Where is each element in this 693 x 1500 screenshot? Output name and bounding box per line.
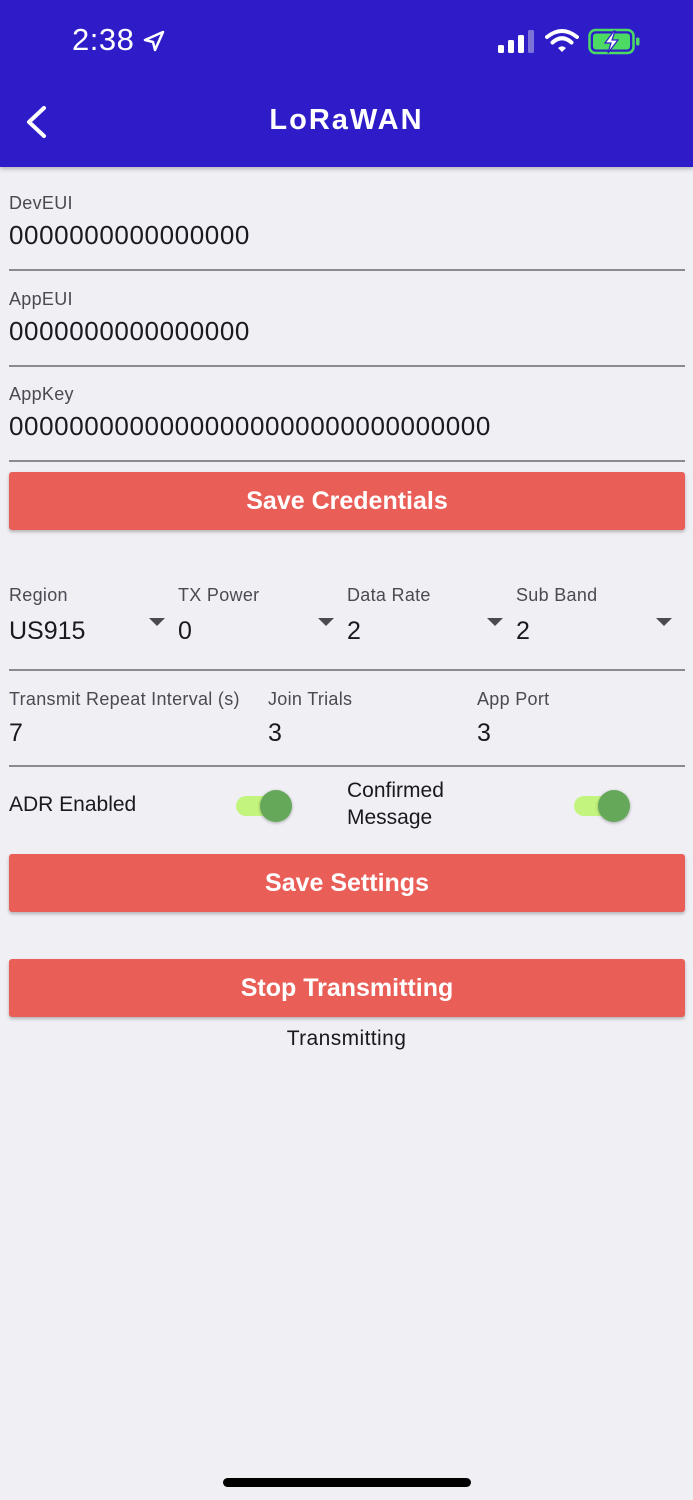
dropdown-arrow-icon bbox=[149, 618, 165, 626]
stop-transmitting-button[interactable]: Stop Transmitting bbox=[9, 959, 685, 1017]
join-trials-label: Join Trials bbox=[268, 689, 353, 709]
save-credentials-button[interactable]: Save Credentials bbox=[9, 472, 685, 530]
location-arrow-icon bbox=[143, 30, 165, 52]
home-indicator[interactable] bbox=[223, 1478, 471, 1487]
deveui-underline bbox=[9, 269, 685, 271]
app-port-field[interactable]: App Port 3 bbox=[477, 689, 549, 748]
join-trials-value[interactable]: 3 bbox=[268, 719, 352, 748]
deveui-label: DevEUI bbox=[9, 193, 73, 213]
app-header: 2:38 LoRaWAN bbox=[0, 0, 693, 167]
toggle-knob bbox=[260, 790, 292, 822]
appeui-label: AppEUI bbox=[9, 289, 73, 309]
tx-power-label: TX Power bbox=[178, 585, 260, 605]
appeui-underline bbox=[9, 365, 685, 367]
appkey-value[interactable]: 00000000000000000000000000000000 bbox=[9, 411, 491, 442]
battery-charging-icon bbox=[588, 28, 640, 55]
region-label: Region bbox=[9, 585, 68, 605]
adr-enabled-label: ADR Enabled bbox=[9, 793, 137, 816]
appkey-underline bbox=[9, 460, 685, 462]
confirmed-message-label-line2: Message bbox=[347, 806, 433, 829]
app-port-label: App Port bbox=[477, 689, 550, 709]
repeat-interval-value[interactable]: 7 bbox=[9, 719, 240, 748]
adr-enabled-toggle[interactable] bbox=[234, 787, 296, 823]
region-dropdown[interactable]: Region US915 bbox=[9, 585, 169, 646]
repeat-interval-field[interactable]: Transmit Repeat Interval (s) 7 bbox=[9, 689, 240, 748]
wifi-icon bbox=[545, 29, 579, 52]
appeui-field[interactable]: AppEUI 0000000000000000 bbox=[9, 289, 250, 347]
data-rate-value: 2 bbox=[347, 617, 361, 645]
join-trials-field[interactable]: Join Trials 3 bbox=[268, 689, 352, 748]
confirmed-message-label: Confirmed Message bbox=[347, 777, 444, 831]
tx-power-dropdown[interactable]: TX Power 0 bbox=[178, 585, 338, 646]
sub-band-dropdown[interactable]: Sub Band 2 bbox=[516, 585, 676, 646]
repeat-interval-label: Transmit Repeat Interval (s) bbox=[9, 689, 240, 709]
sub-band-value: 2 bbox=[516, 617, 530, 645]
confirmed-message-toggle[interactable] bbox=[572, 787, 634, 823]
dropdowns-underline bbox=[9, 669, 685, 671]
cellular-signal-icon bbox=[498, 30, 534, 53]
dropdown-arrow-icon bbox=[656, 618, 672, 626]
dropdown-arrow-icon bbox=[318, 618, 334, 626]
deveui-field[interactable]: DevEUI 0000000000000000 bbox=[9, 193, 250, 251]
toggle-knob bbox=[598, 790, 630, 822]
tx-power-value: 0 bbox=[178, 617, 192, 645]
transmit-status: Transmitting bbox=[286, 1027, 407, 1050]
confirmed-message-label-line1: Confirmed bbox=[347, 779, 444, 802]
status-time: 2:38 bbox=[72, 22, 135, 57]
save-settings-button[interactable]: Save Settings bbox=[9, 854, 685, 912]
data-rate-dropdown[interactable]: Data Rate 2 bbox=[347, 585, 507, 646]
dropdown-arrow-icon bbox=[487, 618, 503, 626]
app-port-value[interactable]: 3 bbox=[477, 719, 549, 748]
appkey-label: AppKey bbox=[9, 384, 74, 404]
numeric-fields-underline bbox=[9, 765, 685, 767]
appkey-field[interactable]: AppKey 00000000000000000000000000000000 bbox=[9, 384, 491, 442]
deveui-value[interactable]: 0000000000000000 bbox=[9, 220, 250, 251]
data-rate-label: Data Rate bbox=[347, 585, 431, 605]
appeui-value[interactable]: 0000000000000000 bbox=[9, 316, 250, 347]
page-title: LoRaWAN bbox=[269, 104, 424, 136]
sub-band-label: Sub Band bbox=[516, 585, 598, 605]
region-value: US915 bbox=[9, 617, 86, 645]
